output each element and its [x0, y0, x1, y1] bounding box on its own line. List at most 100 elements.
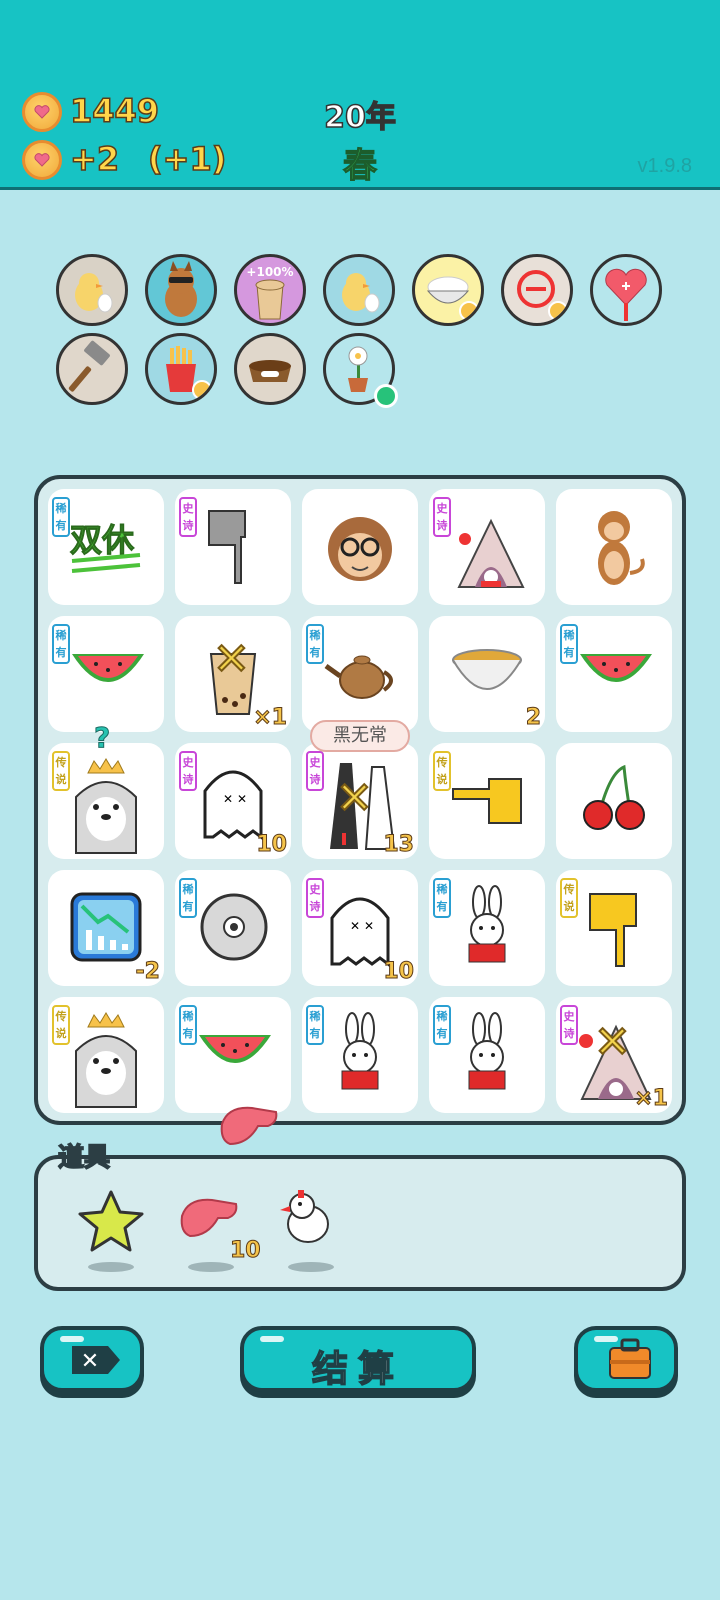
svg-text:✕: ✕: [350, 919, 360, 933]
chick-egg-icon[interactable]: [56, 254, 128, 326]
cross-mark-icon: ✕: [212, 633, 251, 686]
rarity-tag: 稀有: [52, 497, 70, 537]
question-mark: ?: [93, 721, 111, 755]
year-label: 20年: [323, 99, 396, 136]
board-cell[interactable]: 传说: [48, 997, 164, 1113]
income-value: +2: [69, 139, 120, 179]
fries-icon[interactable]: [145, 333, 217, 405]
rice-bowl-icon[interactable]: [412, 254, 484, 326]
coin-count: 1449: [69, 91, 160, 131]
board-cell[interactable]: [302, 489, 418, 605]
item-count: -2: [135, 959, 160, 985]
props-title: 道具: [57, 1142, 111, 1174]
coin-badge-icon: [548, 301, 568, 321]
board-cell[interactable]: 史诗: [429, 489, 545, 605]
board-cell[interactable]: 传说: [556, 870, 672, 986]
rabbit-icon: [468, 1012, 506, 1090]
item-count: 10: [256, 832, 288, 858]
board-cell[interactable]: 史诗 ✕ ✕ 10: [175, 743, 291, 859]
season-label: 春: [342, 145, 377, 186]
board-cell[interactable]: 史诗 ✕ ✕ 10: [302, 870, 418, 986]
white-bird-icon[interactable]: [278, 1188, 340, 1258]
rabbit-icon: [341, 1012, 379, 1090]
monkey-icon: [598, 511, 645, 585]
board-cell[interactable]: 稀有 双休: [48, 489, 164, 605]
svg-text:✕: ✕: [237, 792, 247, 806]
ghost-icon: ✕ ✕: [330, 897, 390, 967]
cross-mark-icon: ✕: [335, 772, 374, 825]
board-cell[interactable]: [556, 489, 672, 605]
board-cell[interactable]: 稀有: [175, 870, 291, 986]
bonus-value: (+1): [147, 139, 227, 179]
rarity-tag: 史诗: [433, 497, 451, 537]
cherry-icon: [583, 764, 645, 830]
board-cell[interactable]: 2: [429, 616, 545, 732]
board-cell[interactable]: 传说 ?: [48, 721, 164, 859]
board-cell[interactable]: 稀有: [429, 870, 545, 986]
rarity-tag: 传说: [560, 878, 578, 918]
rarity-tag: 稀有: [306, 1005, 324, 1045]
item-tooltip: 黑无常: [310, 720, 410, 752]
board-cell[interactable]: 稀有: [302, 616, 418, 732]
dog-sunglasses-icon[interactable]: [145, 254, 217, 326]
soup-bowl-icon: [452, 649, 522, 690]
board-cell[interactable]: ✕ ×1: [175, 616, 291, 732]
rarity-tag: 史诗: [179, 497, 197, 537]
item-shadow: [288, 1262, 334, 1272]
board-cell[interactable]: 稀有: [302, 997, 418, 1113]
rabbit-icon: [468, 885, 506, 963]
star-icon[interactable]: [76, 1188, 146, 1254]
pointing-hand-yellow-icon: [452, 778, 522, 824]
cd-disc-icon: [200, 893, 268, 961]
bag-button[interactable]: [574, 1326, 678, 1392]
skip-button[interactable]: ✕: [40, 1326, 144, 1392]
settle-button-label: 结算: [311, 1348, 404, 1391]
husky-king-icon: [75, 758, 137, 854]
board-cell[interactable]: [556, 743, 672, 859]
board-cell[interactable]: 传说: [429, 743, 545, 859]
bubble-tea-icon[interactable]: +100%: [234, 254, 306, 326]
income-coin-icon: [22, 140, 62, 180]
board-cell[interactable]: 稀有: [48, 616, 164, 732]
new-indicator-dot: [374, 384, 398, 408]
item-count: ×1: [253, 705, 288, 731]
cross-mark-icon: ✕: [593, 1016, 632, 1069]
chick-egg-icon[interactable]: [323, 254, 395, 326]
rarity-tag: 稀有: [306, 624, 324, 664]
board-cell[interactable]: 稀有: [175, 997, 291, 1113]
rarity-tag: 史诗: [306, 878, 324, 918]
board-cell[interactable]: 史诗: [175, 489, 291, 605]
old-monkey-glasses-icon: [328, 517, 392, 581]
rarity-tag: 稀有: [433, 878, 451, 918]
pointing-hand-gray-icon: [208, 510, 246, 584]
item-count: 13: [383, 832, 415, 858]
buff-bubble-tea-label: +100%: [246, 265, 294, 279]
ghost-icon: ✕ ✕: [203, 770, 263, 840]
board-cell[interactable]: 史诗 ✕ 13: [302, 743, 418, 859]
heart-sign-icon[interactable]: [590, 254, 662, 326]
item-shadow: [188, 1262, 234, 1272]
settle-button[interactable]: 结算: [240, 1326, 476, 1392]
teapot-icon: [324, 655, 393, 699]
pointing-hand-down-icon: [589, 893, 637, 967]
board-cell[interactable]: -2: [48, 870, 164, 986]
board-cell[interactable]: 稀有: [429, 997, 545, 1113]
rabbit-tent-icon: [457, 518, 525, 588]
close-tag-icon: ✕: [72, 1346, 120, 1374]
watermelon-icon: [199, 1035, 271, 1063]
board-cell[interactable]: 史诗 ✕ ×1: [556, 997, 672, 1113]
rarity-tag: 传说: [52, 1005, 70, 1045]
top-bar: 1449 +2 (+1) 20年 春 v1.9.8: [0, 0, 720, 190]
liver-drag-icon[interactable]: [218, 1104, 280, 1148]
liver-icon[interactable]: [178, 1196, 240, 1240]
coin-icon: [22, 92, 62, 132]
rarity-tag: 史诗: [179, 751, 197, 791]
svg-text:✕: ✕: [81, 1349, 99, 1374]
hammer-icon[interactable]: [56, 333, 128, 405]
coin-badge-icon: [192, 380, 212, 400]
pet-food-icon[interactable]: [234, 333, 306, 405]
minus-circle-icon[interactable]: [501, 254, 573, 326]
item-count: ×1: [634, 1086, 669, 1112]
watermelon-icon: [580, 654, 652, 682]
board-cell[interactable]: 稀有: [556, 616, 672, 732]
